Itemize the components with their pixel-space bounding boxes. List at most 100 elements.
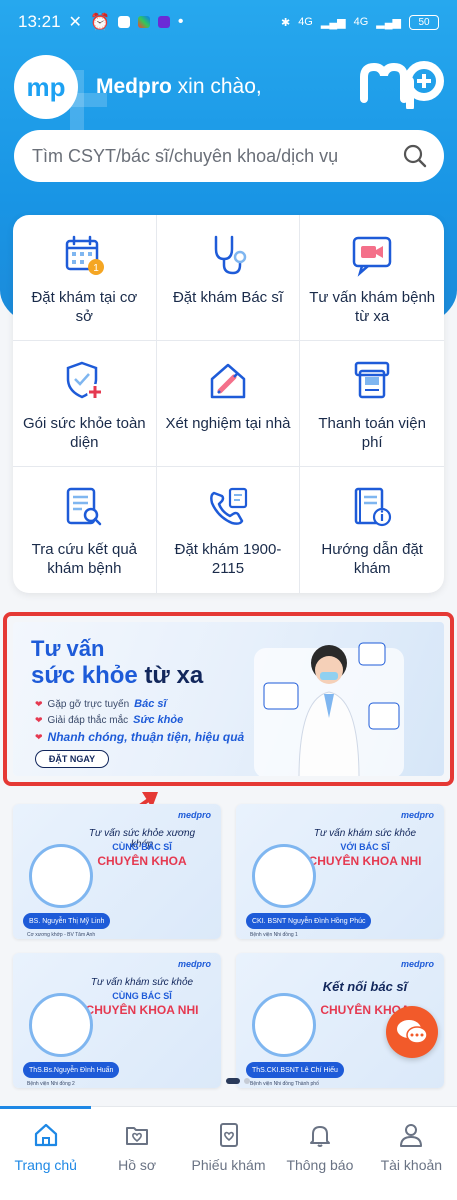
search-icon[interactable] <box>402 143 428 169</box>
greeting-row: mp Medpro xin chào, <box>14 52 444 122</box>
doctor-name: ThS.Bs.Nguyễn Đình Huấn <box>23 1062 120 1078</box>
bluetooth-icon: ✱ <box>280 16 291 29</box>
profile-folder-icon <box>126 1127 149 1145</box>
signal-bars-icon: ▂▄▆ <box>376 16 401 29</box>
bullet-text: Gặp gỡ trực tuyến <box>47 698 130 710</box>
banner-bullets: ❤ Gặp gỡ trực tuyến Bác sĩ ❤ Giải đáp th… <box>35 698 244 748</box>
service-label: Hướng dẫn đặt khám <box>321 541 423 577</box>
video-call-icon <box>352 236 392 277</box>
nav-label: Hồ sơ <box>118 1157 157 1173</box>
banner-title-suffix: từ xa <box>144 662 204 689</box>
service-thanh-toan[interactable]: Thanh toán viện phí <box>300 341 444 467</box>
ticket-icon <box>219 1123 238 1147</box>
search-bar[interactable] <box>14 130 444 182</box>
doctor-hospital: Bệnh viện Nhi đồng 1 <box>250 932 298 938</box>
signal-bars-icon: ▂▄▆ <box>320 16 346 29</box>
service-label: Đặt khám 1900-2115 <box>174 541 282 577</box>
heart-icon: ❤ <box>35 698 43 709</box>
card-brand: medpro <box>400 959 434 969</box>
service-dat-kham-co-so[interactable]: 1 Đặt khám tại cơ sở <box>13 215 157 341</box>
heart-icon: ❤ <box>35 714 43 725</box>
doctor-card[interactable]: medpro Tư vấn khám sức khỏe VỚI BÁC SĨ C… <box>236 804 444 939</box>
zalo-icon <box>117 16 130 28</box>
nav-ho-so[interactable]: Hồ sơ <box>91 1107 182 1200</box>
doctor-name: ThS.CKI.BSNT Lê Chí Hiếu <box>246 1062 344 1078</box>
app-icon <box>157 16 170 28</box>
service-label: Tra cứu kết quả khám bệnh <box>31 541 138 577</box>
greeting-suffix: xin chào, <box>177 75 262 98</box>
syringe-house-icon <box>210 363 246 399</box>
bullet-text: Nhanh chóng, thuận tiện, hiệu quả <box>47 730 245 744</box>
service-huong-dan[interactable]: Hướng dẫn đặt khám <box>300 467 444 593</box>
service-label: Đặt khám tại cơ sở <box>31 289 138 325</box>
carousel-dots <box>226 1078 250 1084</box>
doctor-avatar <box>252 844 316 908</box>
card-subtitle: CÙNG BÁC SĨ <box>112 842 172 852</box>
doctor-hospital: Bệnh viện Nhi đồng Thành phố <box>250 1081 319 1087</box>
bottom-navigation: Trang chủ Hồ sơ Phiếu khám Thông báo Tài… <box>0 1106 457 1200</box>
chat-button[interactable] <box>386 1006 438 1058</box>
shield-plus-icon <box>67 361 104 400</box>
card-subtitle: CÙNG BÁC SĨ <box>112 991 172 1001</box>
nav-trang-chu[interactable]: Trang chủ <box>0 1106 92 1200</box>
battery-indicator: 50 <box>409 14 439 30</box>
card-brand: medpro <box>400 810 434 820</box>
service-label: Tư vấn khám bệnh từ xa <box>309 289 436 325</box>
nav-thong-bao[interactable]: Thông báo <box>274 1107 365 1200</box>
service-dat-kham-bac-si[interactable]: Đặt khám Bác sĩ <box>156 215 301 341</box>
signal-1: 4G <box>298 16 313 28</box>
nav-label: Tài khoản <box>380 1157 443 1173</box>
doctor-card[interactable]: medpro Tư vấn sức khỏe xương khớp CÙNG B… <box>13 804 221 939</box>
banner-title-highlight: sức khỏe <box>31 662 138 689</box>
banner-bullet: ❤ Nhanh chóng, thuận tiện, hiệu quả <box>35 730 244 744</box>
mute-icon: ✕ <box>68 14 82 31</box>
doctor-hospital: Cơ xương khớp - BV Tâm Anh <box>27 932 96 938</box>
calendar-badge: 1 <box>94 263 100 274</box>
banner-bullet: ❤ Gặp gỡ trực tuyến Bác sĩ <box>35 698 244 710</box>
status-time: 13:21 <box>18 12 61 31</box>
greeting-text: Medpro xin chào, <box>96 75 262 99</box>
service-goi-suc-khoe[interactable]: Gói sức khỏe toàn diện <box>13 341 157 467</box>
payment-icon <box>354 361 390 399</box>
book-now-button[interactable]: ĐẶT NGAY <box>35 750 109 768</box>
more-dot-icon: • <box>177 13 184 30</box>
stethoscope-icon <box>214 235 247 275</box>
card-quote: Tư vấn khám sức khỏe <box>313 828 417 839</box>
bullet-highlight: Bác sĩ <box>134 698 167 710</box>
services-grid: 1 Đặt khám tại cơ sở Đặt khám Bác sĩ Tư … <box>13 215 444 593</box>
banner-bullet: ❤ Giải đáp thắc mắc Sức khỏe <box>35 714 244 726</box>
nav-label: Thông báo <box>286 1157 354 1173</box>
calendar-icon: 1 <box>66 235 105 275</box>
card-quote: Kết nối bác sĩ <box>322 979 408 994</box>
doctor-illustration <box>254 642 404 776</box>
phone-icon <box>210 487 248 525</box>
banner-title-line2: sức khỏe từ xa <box>31 662 203 690</box>
nav-label: Trang chủ <box>14 1157 77 1173</box>
highlight-frame: Tư vấn sức khỏe từ xa ❤ Gặp gỡ trực tuyế… <box>3 612 454 786</box>
service-hotline[interactable]: Đặt khám 1900-2115 <box>157 467 301 593</box>
signal-2: 4G <box>353 16 369 28</box>
nav-label: Phiếu khám <box>191 1157 266 1173</box>
card-quote: Tư vấn khám sức khỏe <box>90 977 194 988</box>
telehealth-banner[interactable]: Tư vấn sức khỏe từ xa ❤ Gặp gỡ trực tuyế… <box>13 622 444 776</box>
service-tra-cuu[interactable]: Tra cứu kết quả khám bệnh <box>13 467 157 593</box>
card-brand: medpro <box>177 810 211 820</box>
photos-icon <box>137 16 150 28</box>
doctor-avatar <box>29 844 93 908</box>
service-tu-van-tu-xa[interactable]: Tư vấn khám bệnh từ xa <box>300 215 444 341</box>
nav-phieu-kham[interactable]: Phiếu khám <box>183 1107 274 1200</box>
alarm-icon: ⏰ <box>89 14 110 31</box>
dot-active[interactable] <box>226 1078 240 1084</box>
dot[interactable] <box>244 1078 250 1084</box>
search-input[interactable] <box>32 145 402 167</box>
nav-tai-khoan[interactable]: Tài khoản <box>366 1107 457 1200</box>
doctor-avatar <box>29 993 93 1057</box>
doctor-card[interactable]: medpro Tư vấn khám sức khỏe CÙNG BÁC SĨ … <box>13 953 221 1088</box>
medpro-avatar[interactable]: mp <box>14 55 78 119</box>
service-xet-nghiem[interactable]: Xét nghiệm tại nhà <box>156 341 301 467</box>
bullet-text: Giải đáp thắc mắc <box>47 714 129 726</box>
home-icon <box>34 1123 57 1147</box>
medpro-logo-icon <box>360 60 444 111</box>
medpro-logo <box>360 59 444 116</box>
brand-name: Medpro <box>96 75 172 98</box>
